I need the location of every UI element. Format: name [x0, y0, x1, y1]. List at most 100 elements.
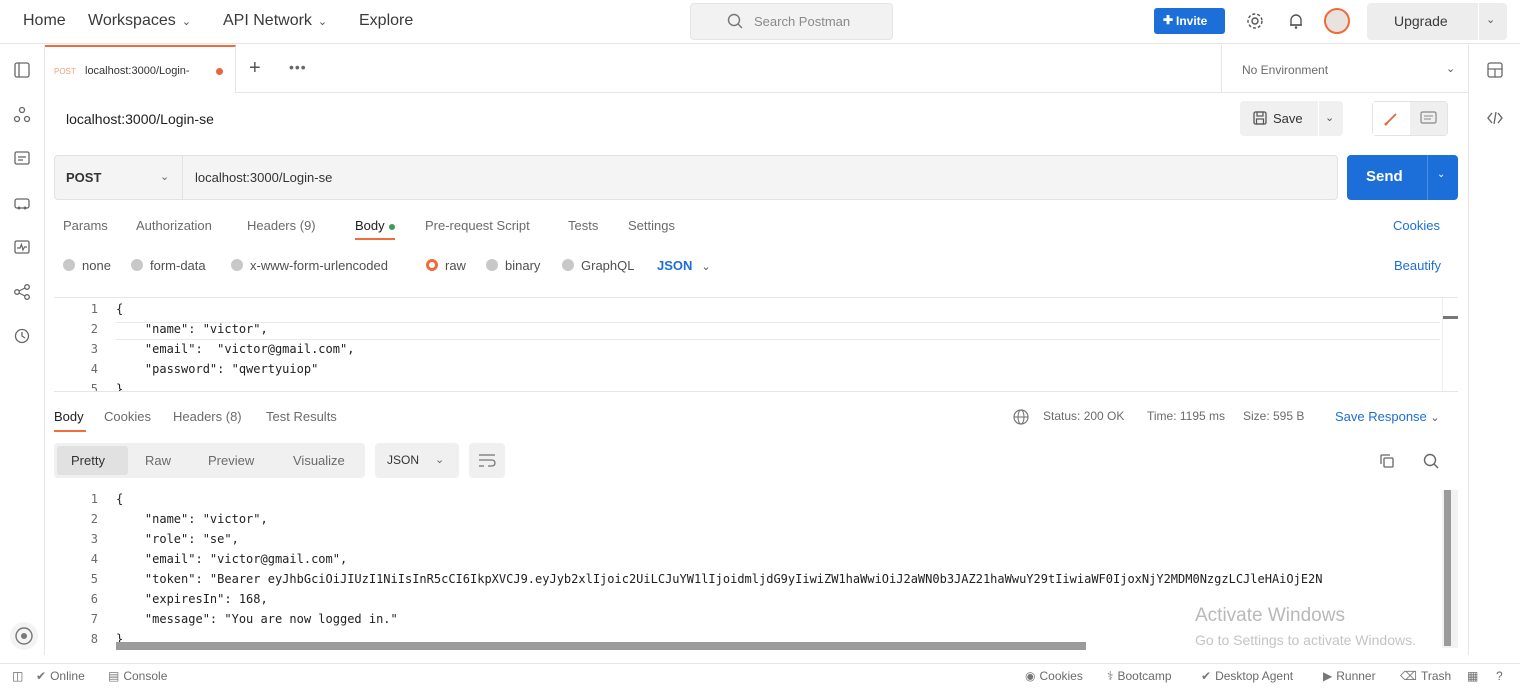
url-input[interactable]: localhost:3000/Login-se	[195, 170, 332, 185]
online-status[interactable]: ✔ Online	[36, 669, 85, 683]
apis-icon[interactable]	[12, 105, 32, 125]
view-visualize[interactable]: Visualize	[293, 453, 345, 468]
radio-form-data[interactable]: form-data	[131, 258, 206, 273]
chevron-down-icon[interactable]: ⌄	[160, 170, 169, 183]
cookies-button[interactable]: ◉ Cookies	[1025, 669, 1083, 683]
tab-authorization[interactable]: Authorization	[136, 218, 212, 233]
save-button[interactable]: Save ⌄	[1240, 101, 1343, 136]
invite-button[interactable]: ✚ Invite	[1154, 8, 1225, 34]
layout-icon[interactable]: ▦	[1467, 669, 1478, 683]
horizontal-scrollbar[interactable]	[116, 642, 1086, 650]
history-icon[interactable]	[12, 326, 32, 346]
radio-label: binary	[505, 258, 541, 273]
chevron-down-icon[interactable]: ⌄	[1325, 111, 1334, 124]
environment-quick-look-icon[interactable]	[1485, 60, 1505, 80]
tab-body[interactable]: Body	[355, 218, 395, 233]
sidebar-toggle-icon[interactable]: ◫	[12, 669, 23, 683]
bell-icon[interactable]	[1286, 11, 1306, 31]
scrollbar-thumb[interactable]	[1444, 490, 1451, 646]
search-placeholder: Search Postman	[754, 14, 851, 29]
collections-icon[interactable]	[12, 60, 32, 80]
line-number: 6	[90, 592, 98, 606]
radio-circle	[231, 259, 243, 271]
response-tab-test-results[interactable]: Test Results	[266, 409, 337, 424]
chevron-down-icon[interactable]: ⌄	[1486, 13, 1495, 26]
beautify-link[interactable]: Beautify	[1394, 258, 1441, 273]
nav-home[interactable]: Home	[23, 12, 66, 30]
nav-explore[interactable]: Explore	[359, 12, 413, 30]
response-body-viewer[interactable]: 1{ 2 "name": "victor", 3 "role": "se", 4…	[54, 490, 1458, 652]
request-tab[interactable]: POST localhost:3000/Login-	[45, 45, 236, 93]
send-button[interactable]: Send ⌄	[1347, 155, 1458, 200]
view-pretty[interactable]: Pretty	[71, 453, 105, 468]
line-number: 7	[90, 612, 98, 626]
environments-icon[interactable]	[12, 148, 32, 168]
response-time[interactable]: Time: 1195 ms	[1147, 409, 1225, 423]
line-number: 2	[90, 512, 98, 526]
comment-icon	[1420, 111, 1437, 124]
comment-mode-button[interactable]	[1410, 102, 1447, 135]
monitors-icon[interactable]	[12, 237, 32, 257]
active-tab-underline	[355, 238, 395, 240]
response-size[interactable]: Size: 595 B	[1243, 409, 1304, 423]
body-format-selector[interactable]: JSON ⌄	[657, 258, 711, 273]
response-tab-headers[interactable]: Headers (8)	[173, 409, 242, 424]
chevron-down-icon[interactable]: ⌄	[1437, 169, 1445, 180]
wrap-lines-button[interactable]	[469, 443, 505, 478]
flows-icon[interactable]	[12, 282, 32, 302]
status-code[interactable]: Status: 200 OK	[1043, 409, 1124, 423]
settings-icon[interactable]	[1245, 11, 1265, 31]
line-number: 1	[90, 302, 98, 316]
help-orb-icon[interactable]	[10, 622, 38, 650]
radio-binary[interactable]: binary	[486, 258, 540, 273]
tab-headers[interactable]: Headers (9)	[247, 218, 316, 233]
view-raw[interactable]: Raw	[145, 453, 171, 468]
desktop-agent-button[interactable]: ✔ Desktop Agent	[1201, 669, 1293, 683]
unsaved-dot-icon[interactable]	[216, 68, 223, 75]
code-line: 3 "role": "se",	[54, 532, 1440, 552]
radio-none[interactable]: none	[63, 258, 111, 273]
environment-selector[interactable]: No Environment ⌄	[1221, 45, 1468, 93]
radio-raw[interactable]: raw	[426, 258, 466, 273]
search-icon[interactable]	[1422, 452, 1440, 470]
edit-mode-button[interactable]	[1373, 102, 1410, 135]
scrollbar-thumb[interactable]	[1443, 316, 1458, 319]
trash-button[interactable]: ⌫ Trash	[1400, 669, 1451, 683]
mock-servers-icon[interactable]	[12, 193, 32, 213]
tab-params[interactable]: Params	[63, 218, 108, 233]
response-format-selector[interactable]: JSON ⌄	[375, 443, 459, 478]
invite-label: Invite	[1176, 14, 1208, 28]
add-tab-icon[interactable]: +	[249, 57, 261, 80]
request-title[interactable]: localhost:3000/Login-se	[66, 111, 214, 127]
tab-settings[interactable]: Settings	[628, 218, 675, 233]
upgrade-button[interactable]: Upgrade ⌄	[1367, 3, 1507, 40]
nav-api-network[interactable]: API Network ⌄	[223, 12, 327, 30]
globe-icon[interactable]	[1012, 408, 1030, 426]
response-tab-body[interactable]: Body	[54, 409, 84, 424]
method-selector[interactable]: POST	[66, 170, 101, 185]
avatar[interactable]	[1324, 8, 1350, 34]
cookies-link[interactable]: Cookies	[1393, 218, 1440, 233]
tab-pre-request-script[interactable]: Pre-request Script	[425, 218, 530, 233]
radio-graphql[interactable]: GraphQL	[562, 258, 634, 273]
code-icon[interactable]	[1485, 108, 1505, 128]
editor-scrollbar[interactable]	[1442, 298, 1458, 391]
top-navigation-bar: Home Workspaces ⌄ API Network ⌄ Explore Se…	[0, 0, 1520, 44]
save-response-button[interactable]: Save Response ⌄	[1335, 409, 1440, 424]
help-icon[interactable]: ?	[1496, 669, 1503, 683]
request-body-editor[interactable]: 1{ 2 "name": "victor", 3 "email": "victo…	[54, 297, 1458, 392]
console-button[interactable]: ▤ Console	[108, 669, 167, 683]
response-tab-cookies[interactable]: Cookies	[104, 409, 151, 424]
runner-button[interactable]: ▶ Runner	[1323, 669, 1376, 683]
copy-icon[interactable]	[1378, 452, 1396, 470]
line-number: 1	[90, 492, 98, 506]
wrap-lines-icon	[479, 454, 496, 467]
vertical-scrollbar[interactable]	[1442, 490, 1458, 648]
more-options-icon[interactable]: •••	[289, 59, 307, 75]
view-preview[interactable]: Preview	[208, 453, 254, 468]
nav-workspaces[interactable]: Workspaces ⌄	[88, 12, 191, 30]
radio-x-www-form-urlencoded[interactable]: x-www-form-urlencoded	[231, 258, 388, 273]
search-bar[interactable]: Search Postman	[690, 3, 893, 40]
bootcamp-button[interactable]: ⚕ Bootcamp	[1107, 669, 1172, 683]
tab-tests[interactable]: Tests	[568, 218, 598, 233]
